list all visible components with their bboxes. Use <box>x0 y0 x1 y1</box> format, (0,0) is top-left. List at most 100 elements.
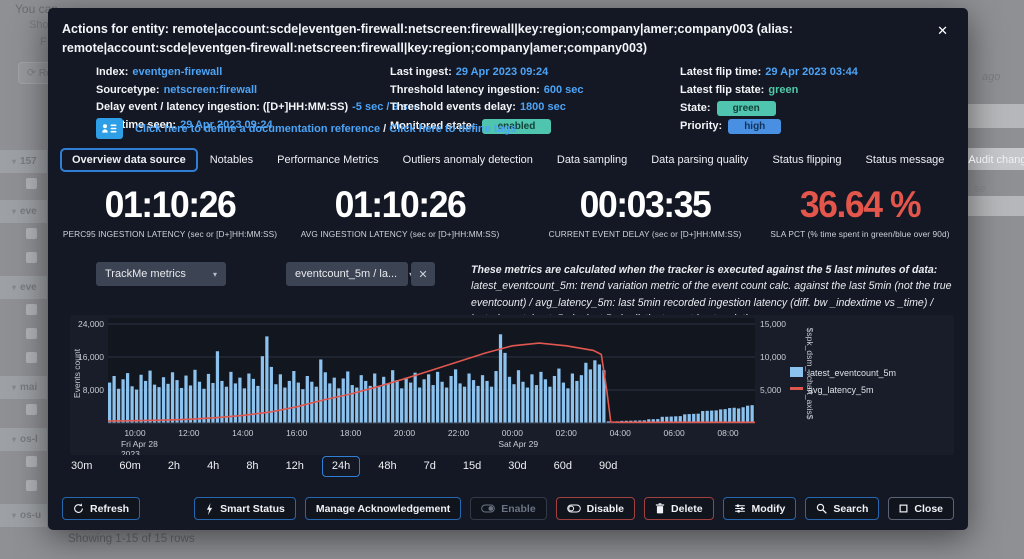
tab-data-parsing-quality[interactable]: Data parsing quality <box>639 148 760 172</box>
button-label: Enable <box>501 503 535 515</box>
info-label: Last ingest: <box>390 66 452 78</box>
backdrop-group-row: ▾eve <box>0 200 47 223</box>
info-value: 29 Apr 2023 03:44 <box>765 66 858 78</box>
refresh-button[interactable]: Refresh <box>62 497 140 520</box>
svg-text:04:00: 04:00 <box>610 428 632 438</box>
button-label: Modify <box>752 503 786 515</box>
tab-outliers-anomaly-detection[interactable]: Outliers anomaly detection <box>391 148 545 172</box>
svg-text:latest_eventcount_5m: latest_eventcount_5m <box>808 368 896 378</box>
svg-text:16:00: 16:00 <box>286 428 308 438</box>
svg-text:10,000: 10,000 <box>760 352 786 362</box>
info-label: Latest flip time: <box>680 66 761 78</box>
button-label: Search <box>833 503 868 515</box>
modal-tabs: Overview data sourceNotablesPerformance … <box>60 148 1024 172</box>
info-item: Sourcetype:netscreen:firewall <box>96 84 420 102</box>
button-label: Delete <box>671 503 703 515</box>
timerange-2h[interactable]: 2h <box>159 455 189 477</box>
info-value: 600 sec <box>544 84 584 96</box>
timerange-selector: 30m 60m 2h 4h 8h 12h 24h 48h 7d 15d 30d 60d 90d <box>62 455 635 477</box>
kpi-block: 36.64 %SLA PCT (% time spent in green/bl… <box>745 184 975 239</box>
info-item: State:green <box>680 101 858 119</box>
kpi-caption: CURRENT EVENT DELAY (sec or [D+]HH:MM:SS… <box>530 229 760 239</box>
svg-text:18:00: 18:00 <box>340 428 362 438</box>
tab-status-flipping[interactable]: Status flipping <box>760 148 853 172</box>
info-label: Priority: <box>680 120 722 132</box>
timerange-15d[interactable]: 15d <box>454 455 490 477</box>
sliders-icon <box>734 503 746 514</box>
backdrop-checkbox <box>26 228 37 239</box>
modify-button[interactable]: Modify <box>723 497 797 520</box>
info-label: Threshold latency ingestion: <box>390 84 540 96</box>
metric-remove-button[interactable]: ✕ <box>411 262 435 286</box>
info-item: Threshold events delay:1800 sec <box>390 101 584 119</box>
timerange-4h[interactable]: 4h <box>198 455 228 477</box>
info-label: Sourcetype: <box>96 84 160 96</box>
kpi-value: 01:10:26 <box>290 184 511 226</box>
timerange-48h[interactable]: 48h <box>369 455 405 477</box>
svg-text:12:00: 12:00 <box>178 428 200 438</box>
info-label: Delay event / latency ingestion: ([D+]HH… <box>96 101 348 113</box>
metric-select[interactable]: eventcount_5m / la... ▾ <box>286 262 408 286</box>
close-button[interactable]: Close <box>888 497 954 520</box>
backdrop-checkbox <box>26 404 37 415</box>
info-item: Index:eventgen-firewall <box>96 66 420 84</box>
backdrop-cell <box>968 196 1024 216</box>
timerange-7d[interactable]: 7d <box>415 455 445 477</box>
tab-performance-metrics[interactable]: Performance Metrics <box>265 148 390 172</box>
close-icon[interactable]: ✕ <box>931 22 954 40</box>
button-label: Disable <box>587 503 624 515</box>
backdrop-text: ago <box>982 71 1000 83</box>
kpi-caption: AVG INGESTION LATENCY (sec or [D+]HH:MM:… <box>285 229 515 239</box>
tab-overview-data-source[interactable]: Overview data source <box>60 148 198 172</box>
define-documentation-link[interactable]: Click here to define a documentation ref… <box>135 123 380 135</box>
smart-status-button[interactable]: Smart Status <box>194 497 296 520</box>
backdrop-checkbox <box>26 352 37 363</box>
timerange-24h[interactable]: 24h <box>322 456 360 477</box>
backdrop-checkbox <box>26 456 37 467</box>
svg-text:06:00: 06:00 <box>663 428 685 438</box>
search-button[interactable]: Search <box>805 497 879 520</box>
define-tags-link[interactable]: Click here to define tags <box>389 123 516 135</box>
toggle-off-icon <box>567 504 581 513</box>
manage-acknowledgement-button[interactable]: Manage Acknowledgement <box>305 497 461 520</box>
timerange-90d[interactable]: 90d <box>590 455 626 477</box>
info-item: Priority: high <box>680 119 858 137</box>
backdrop-text: Showing 1-15 of 15 rows <box>68 533 195 545</box>
backdrop-group-row: ▾mai <box>0 376 47 399</box>
info-label: Threshold events delay: <box>390 101 516 113</box>
square-icon <box>899 504 908 513</box>
delete-button[interactable]: Delete <box>644 497 714 520</box>
trash-icon <box>655 503 665 514</box>
svg-text:00:00: 00:00 <box>502 428 524 438</box>
svg-text:Sat Apr 29: Sat Apr 29 <box>498 439 538 449</box>
tab-status-message[interactable]: Status message <box>854 148 957 172</box>
kpi-value: 36.64 % <box>750 184 971 226</box>
timerange-8h[interactable]: 8h <box>237 455 267 477</box>
trackme-metrics-select[interactable]: TrackMe metrics ▾ <box>96 262 226 286</box>
doc-links-separator: / <box>380 123 389 135</box>
tab-audit-changes[interactable]: Audit changes <box>956 148 1024 172</box>
timerange-30d[interactable]: 30d <box>499 455 535 477</box>
timerange-60d[interactable]: 60d <box>545 455 581 477</box>
backdrop-checkbox <box>26 480 37 491</box>
timerange-60m[interactable]: 60m <box>110 455 149 477</box>
tab-notables[interactable]: Notables <box>198 148 265 172</box>
backdrop-checkbox <box>26 304 37 315</box>
modal-footer-buttons: Refresh Smart Status Manage Acknowledgeme… <box>62 497 954 520</box>
timerange-30m[interactable]: 30m <box>62 455 101 477</box>
tab-data-sampling[interactable]: Data sampling <box>545 148 639 172</box>
backdrop-group-row: ▾eve <box>0 276 47 299</box>
info-label: State: <box>680 102 711 114</box>
button-label: Smart Status <box>220 503 285 515</box>
svg-text:20:00: 20:00 <box>394 428 416 438</box>
status-badge: high <box>728 119 781 134</box>
disable-button[interactable]: Disable <box>556 497 635 520</box>
kpi-block: 01:10:26 AVG INGESTION LATENCY (sec or [D… <box>285 184 515 239</box>
timerange-12h[interactable]: 12h <box>277 455 313 477</box>
events-latency-chart: 8,0005,00016,00010,00024,00015,00010:00F… <box>70 315 954 455</box>
doc-links: Click here to define a documentation ref… <box>135 123 516 135</box>
kpi-value: 00:03:35 <box>535 184 756 226</box>
svg-text:02:00: 02:00 <box>556 428 578 438</box>
svg-text:5,000: 5,000 <box>760 385 782 395</box>
legend-swatch-bar <box>790 367 803 377</box>
